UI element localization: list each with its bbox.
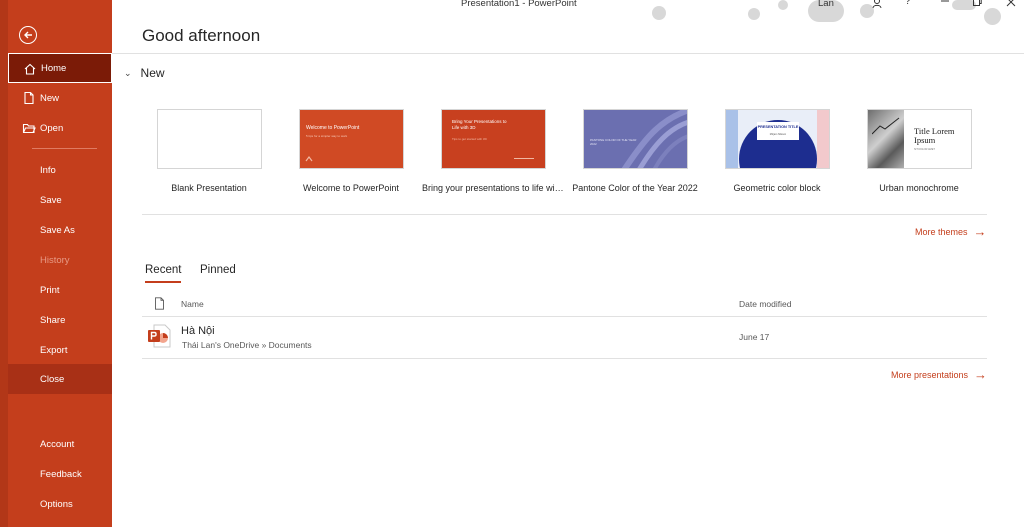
home-icon xyxy=(24,63,36,75)
close-icon[interactable] xyxy=(1006,0,1016,7)
template-label[interactable]: Urban monochrome xyxy=(848,183,990,193)
sidebar-item-label: Info xyxy=(40,164,56,176)
sidebar-item-home[interactable]: Home xyxy=(8,53,112,83)
template-label[interactable]: Geometric color block xyxy=(706,183,848,193)
sidebar-item-save-as[interactable]: Save As xyxy=(8,215,112,245)
template-3d-thumbnail[interactable]: Bring Your Presentations to Life with 3D… xyxy=(441,109,546,169)
sidebar-item-history: History xyxy=(8,245,112,275)
sidebar-item-close[interactable]: Close xyxy=(8,364,112,394)
sidebar-item-label: New xyxy=(40,92,60,104)
sidebar-item-label: Print xyxy=(40,284,60,296)
tab-recent[interactable]: Recent xyxy=(145,264,181,276)
more-themes-label: More themes xyxy=(915,226,968,237)
help-icon[interactable]: ? xyxy=(905,0,911,7)
template-geometric-thumbnail[interactable]: PRESENTATION TITLE Mirjam Nilsson xyxy=(725,109,830,169)
sidebar-edge xyxy=(0,0,8,527)
decorative-doodle xyxy=(984,8,1001,25)
user-name[interactable]: Lan xyxy=(818,0,834,9)
trend-line xyxy=(872,117,900,135)
divider xyxy=(142,358,987,359)
sidebar-item-label: Save xyxy=(40,194,62,206)
thumbnail-subtitle: Tips to get started with 3D xyxy=(452,137,487,141)
folder-icon xyxy=(22,123,36,134)
sidebar-item-info[interactable]: Info xyxy=(8,155,112,185)
new-file-icon xyxy=(24,91,34,105)
thumbnail-title: Bring Your Presentations to Life with 3D xyxy=(452,119,507,130)
back-arrow-icon[interactable] xyxy=(19,26,37,44)
template-label[interactable]: Welcome to PowerPoint xyxy=(280,183,422,193)
sidebar-item-label: Account xyxy=(40,438,75,450)
sidebar-item-account[interactable]: Account xyxy=(8,429,112,459)
sidebar-item-label: Export xyxy=(40,344,68,356)
person-icon[interactable] xyxy=(872,0,884,9)
divider xyxy=(112,53,1024,54)
thumbnail-subtitle: Mirjam Nilsson xyxy=(769,133,787,136)
file-path: Thái Lan's OneDrive » Documents xyxy=(182,340,312,350)
more-presentations-link[interactable]: More presentations → xyxy=(891,367,987,382)
sidebar-item-save[interactable]: Save xyxy=(8,185,112,215)
sidebar-item-feedback[interactable]: Feedback xyxy=(8,459,112,489)
tab-active-indicator xyxy=(145,281,181,283)
thumbnail-subtitle: SIT DOLOR AMET xyxy=(914,148,935,151)
new-section-title: New xyxy=(140,66,165,80)
sidebar-item-label: Close xyxy=(40,373,65,385)
sidebar-item-open[interactable]: Open xyxy=(8,113,112,143)
template-welcome-thumbnail[interactable]: Welcome to PowerPoint 5 tips for a simpl… xyxy=(299,109,404,169)
template-blank-thumbnail[interactable] xyxy=(157,109,262,169)
more-themes-link[interactable]: More themes → xyxy=(915,224,987,239)
file-type-icon xyxy=(155,297,164,310)
decorative-doodle xyxy=(652,6,666,20)
column-header-date[interactable]: Date modified xyxy=(739,299,791,309)
divider xyxy=(142,214,987,215)
new-section-toggle[interactable]: ⌄ New xyxy=(124,66,165,80)
thumbnail-title: PANTONE COLOR OF THE YEAR 2022 xyxy=(590,138,637,146)
column-header-name[interactable]: Name xyxy=(181,299,204,309)
thumbnail-subtitle: 5 tips for a simpler way to work xyxy=(306,134,348,138)
arrow-right-icon: → xyxy=(974,367,988,382)
thumbnail-title: PRESENTATION TITLE xyxy=(757,125,799,129)
sidebar-divider xyxy=(32,148,97,149)
decorative-doodle xyxy=(748,8,760,20)
chevron-down-icon: ⌄ xyxy=(124,67,132,78)
minimize-icon[interactable] xyxy=(940,0,950,6)
template-pantone-thumbnail[interactable]: PANTONE COLOR OF THE YEAR 2022 xyxy=(583,109,688,169)
arrow-mark-icon xyxy=(305,156,313,162)
thumbnail-rule xyxy=(514,158,534,159)
file-date-modified: June 17 xyxy=(739,332,770,342)
sidebar-item-label: Feedback xyxy=(40,468,82,480)
sidebar-item-label: Home xyxy=(41,62,67,74)
tab-pinned[interactable]: Pinned xyxy=(200,264,236,276)
restore-icon[interactable] xyxy=(972,0,982,7)
thumbnail-title: Welcome to PowerPoint xyxy=(306,125,360,131)
template-label[interactable]: Blank Presentation xyxy=(138,183,280,193)
thumbnail-title: Title Lorem Ipsum xyxy=(914,126,955,145)
file-name: Hà Nội xyxy=(181,325,215,337)
sidebar-item-new[interactable]: New xyxy=(8,83,112,113)
sidebar-item-options[interactable]: Options xyxy=(8,489,112,519)
sidebar-item-print[interactable]: Print xyxy=(8,275,112,305)
sidebar-item-label: Share xyxy=(40,314,66,326)
page-title: Good afternoon xyxy=(142,26,261,45)
more-presentations-label: More presentations xyxy=(891,369,969,380)
sidebar-item-label: History xyxy=(40,254,70,266)
divider xyxy=(142,316,987,317)
sidebar-item-export[interactable]: Export xyxy=(8,335,112,365)
template-label[interactable]: Pantone Color of the Year 2022 xyxy=(564,183,706,193)
sidebar-item-share[interactable]: Share xyxy=(8,305,112,335)
sidebar-item-label: Save As xyxy=(40,224,75,236)
sidebar-item-label: Options xyxy=(40,498,73,510)
color-block xyxy=(815,110,829,168)
template-urban-thumbnail[interactable]: Title Lorem Ipsum SIT DOLOR AMET xyxy=(867,109,972,169)
document-title: Presentation1 - PowerPoint xyxy=(461,0,577,9)
backstage-sidebar: Home New Open Info Save Save As History … xyxy=(0,0,112,527)
decorative-doodle xyxy=(778,0,788,10)
powerpoint-file-icon xyxy=(148,324,171,348)
color-block xyxy=(726,110,738,168)
template-label[interactable]: Bring your presentations to life with 3D xyxy=(422,183,564,193)
arrow-right-icon: → xyxy=(973,224,987,239)
sidebar-item-label: Open xyxy=(40,122,64,134)
